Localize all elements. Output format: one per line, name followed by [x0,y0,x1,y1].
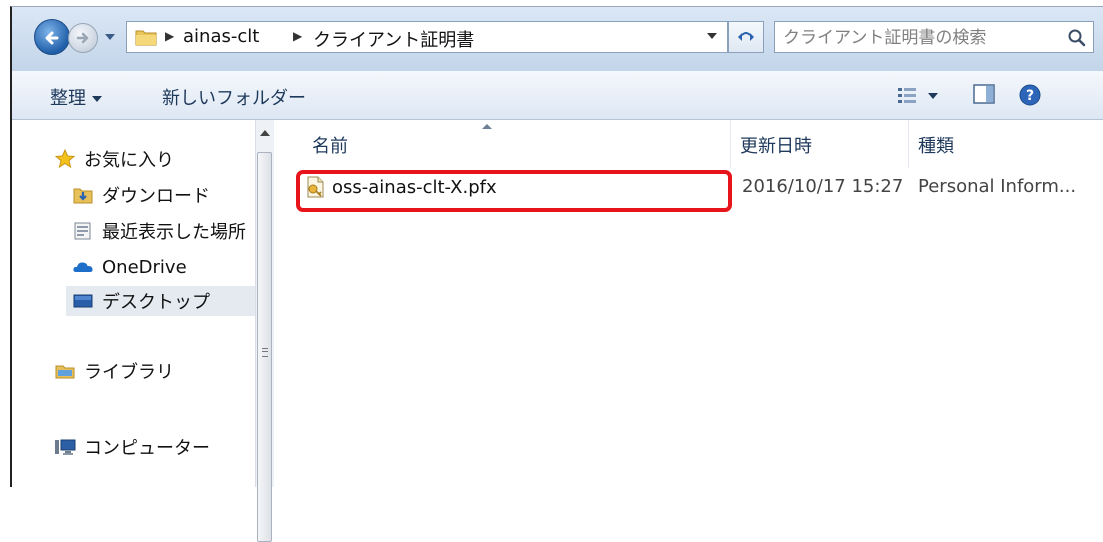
new-folder-button[interactable]: 新しいフォルダー [162,84,306,110]
command-bar: 整理 新しいフォルダー ? [12,71,1103,120]
nav-item-label: ダウンロード [102,186,210,207]
recent-places-icon [74,222,91,240]
arrow-left-icon [45,31,59,45]
scroll-up-arrow-icon[interactable] [260,130,270,136]
svg-text:?: ? [1026,88,1034,104]
column-divider[interactable] [908,120,909,168]
help-icon[interactable]: ? [1018,83,1042,107]
navigation-pane: お気に入り ダウンロード 最近表示した場所 OneDrive デスクトップ ライ… [12,120,272,487]
onedrive-cloud-icon [73,262,93,272]
file-modified-date: 2016/10/17 15:27 [742,176,904,197]
nav-item-computer[interactable]: コンピューター [54,432,210,462]
nav-pane-scrollbar[interactable] [255,120,274,542]
nav-item-label: デスクトップ [102,292,210,313]
file-type: Personal Inform... [918,176,1077,197]
desktop-icon [73,294,93,308]
nav-item-recent-places[interactable]: 最近表示した場所 [72,216,246,246]
nav-item-label: 最近表示した場所 [102,222,246,243]
nav-item-favorites[interactable]: お気に入り [54,144,174,174]
certificate-file-icon [307,176,324,198]
arrow-right-icon [76,32,89,44]
breadcrumb-separator-icon[interactable]: ▶ [165,29,174,43]
nav-item-label: コンピューター [84,438,210,459]
folder-icon [135,30,157,46]
breadcrumb-item-current[interactable]: クライアント証明書 [313,26,474,52]
address-history-dropdown-icon[interactable] [707,33,717,39]
downloads-folder-icon [73,188,93,204]
organize-label: 整理 [50,88,86,109]
address-bar-row: ▶ ainas-clt ▶ クライアント証明書 [12,7,1103,72]
sort-ascending-icon [482,124,492,129]
explorer-window: ▶ ainas-clt ▶ クライアント証明書 整理 新しいフォルダー [10,6,1103,542]
file-name-cell[interactable]: oss-ainas-clt-X.pfx [304,170,497,204]
view-options-dropdown-icon[interactable] [928,93,938,99]
back-button[interactable] [34,19,70,55]
refresh-button[interactable] [728,21,764,53]
computer-icon [55,439,76,455]
star-icon [54,149,76,169]
refresh-icon [738,32,754,41]
nav-item-desktop[interactable]: デスクトップ [66,286,262,316]
file-row[interactable]: oss-ainas-clt-X.pfx 2016/10/17 15:27 Per… [274,170,1103,212]
nav-item-downloads[interactable]: ダウンロード [72,180,210,210]
recent-pages-dropdown-icon[interactable] [104,31,116,43]
column-divider[interactable] [730,120,731,168]
search-icon[interactable] [1067,28,1087,48]
grip-icon [262,348,268,357]
nav-item-libraries[interactable]: ライブラリ [54,356,174,386]
column-header-type[interactable]: 種類 [918,132,954,158]
address-box[interactable]: ▶ ainas-clt ▶ クライアント証明書 [126,21,728,53]
breadcrumb-separator-icon[interactable]: ▶ [293,29,302,43]
scrollbar-thumb[interactable] [257,152,272,542]
search-box[interactable] [774,21,1094,53]
forward-button[interactable] [68,23,98,53]
nav-item-onedrive[interactable]: OneDrive [72,252,187,282]
libraries-icon [55,365,75,379]
file-list-pane: 名前 更新日時 種類 oss-ainas-clt-X.pfx 2016/10/1… [274,120,1103,487]
file-name: oss-ainas-clt-X.pfx [332,176,497,198]
column-header-name[interactable]: 名前 [312,132,348,158]
nav-item-label: ライブラリ [84,362,174,383]
column-header-modified[interactable]: 更新日時 [740,132,812,158]
chevron-down-icon [92,96,102,102]
organize-menu-button[interactable]: 整理 [50,84,102,110]
search-input[interactable] [781,25,1055,51]
nav-item-label: お気に入り [84,150,174,171]
preview-pane-icon[interactable] [972,83,996,105]
nav-item-label: OneDrive [102,256,187,278]
breadcrumb-item-ainas-clt[interactable]: ainas-clt [183,26,259,47]
change-view-icon[interactable] [896,85,920,105]
